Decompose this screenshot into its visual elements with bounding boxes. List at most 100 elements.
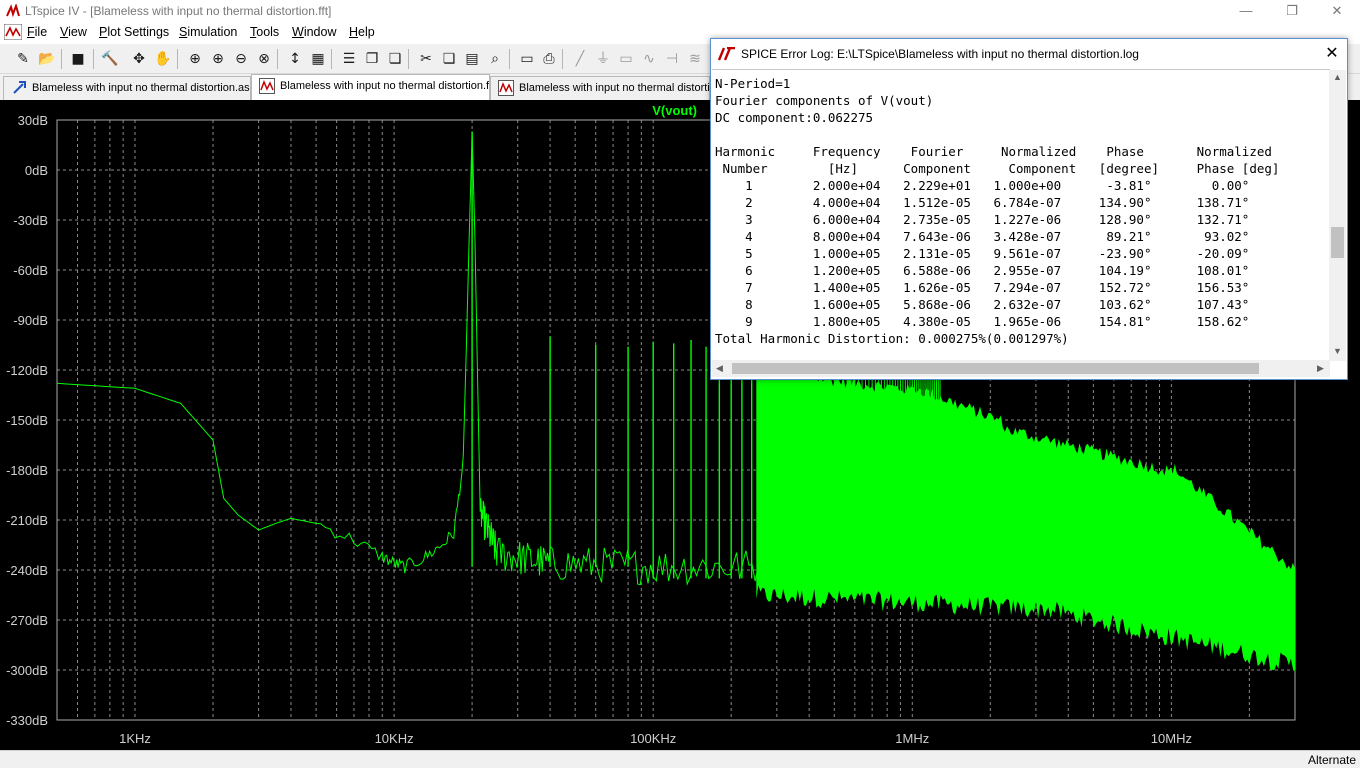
tab-label: Blameless with input no thermal distorti…: [280, 80, 490, 92]
tab-raw[interactable]: Blameless with input no thermal distorti…: [490, 76, 710, 100]
toolbar-separator: [509, 49, 510, 69]
tile-vertical-icon[interactable]: ❏: [384, 47, 406, 69]
waveform-icon: [259, 78, 275, 94]
print-icon[interactable]: ⎙: [538, 47, 560, 69]
wire-icon[interactable]: ╱: [569, 47, 591, 69]
x-tick-label: 1MHz: [895, 731, 929, 746]
menu-simulation[interactable]: Simulation: [179, 25, 237, 39]
log-line: 4 8.000e+04 7.643e-06 3.428e-07 89.21° 9…: [715, 229, 1250, 244]
find-icon[interactable]: ⌕: [484, 47, 506, 69]
save-icon[interactable]: ■: [67, 47, 89, 69]
tile-horizontal-icon[interactable]: ☰: [338, 47, 360, 69]
scrollbar-thumb[interactable]: [732, 363, 1259, 374]
open-icon[interactable]: 📂: [36, 47, 58, 69]
svg-text:❏: ❏: [389, 51, 402, 67]
menu-view[interactable]: View: [60, 25, 87, 39]
capacitor-icon[interactable]: ⊣: [661, 47, 683, 69]
tab-label: Blameless with input no thermal distorti…: [32, 82, 251, 94]
minimize-button[interactable]: —: [1223, 0, 1269, 22]
waveform-window-icon: [4, 24, 22, 40]
close-icon[interactable]: ✕: [1317, 39, 1347, 69]
copy-icon[interactable]: ❏: [438, 47, 460, 69]
grid-icon[interactable]: ▦: [307, 47, 329, 69]
vertical-scrollbar[interactable]: ▲ ▼: [1329, 70, 1346, 361]
svg-text:⌕: ⌕: [491, 51, 499, 67]
resistor-icon[interactable]: ∿: [638, 47, 660, 69]
halt-icon[interactable]: ✋: [152, 47, 174, 69]
scroll-up-icon[interactable]: ▲: [1333, 72, 1342, 82]
log-line: DC component:0.062275: [715, 110, 874, 125]
y-tick-label: -150dB: [6, 413, 48, 428]
svg-text:▦: ▦: [311, 51, 324, 67]
close-button[interactable]: ✕: [1314, 0, 1360, 22]
new-schematic-icon[interactable]: ✎: [12, 47, 34, 69]
zoom-in-icon[interactable]: ⊕: [184, 47, 206, 69]
svg-text:∿: ∿: [643, 51, 655, 67]
status-mode: Alternate: [1307, 753, 1356, 767]
scrollbar-thumb[interactable]: [1331, 227, 1344, 258]
svg-text:■: ■: [71, 51, 84, 67]
cut-icon[interactable]: ✂: [415, 47, 437, 69]
zoom-out-icon[interactable]: ⊖: [230, 47, 252, 69]
log-line: 6 1.200e+05 6.588e-06 2.955e-07 104.19° …: [715, 263, 1250, 278]
svg-text:⎙: ⎙: [543, 51, 554, 67]
log-line: Harmonic Frequency Fourier Normalized Ph…: [715, 144, 1272, 159]
menu-window[interactable]: Window: [292, 25, 336, 39]
control-panel-icon[interactable]: 🔨: [99, 47, 121, 69]
menu-file[interactable]: File: [27, 25, 47, 39]
inductor-icon[interactable]: ≋: [684, 47, 706, 69]
menu-help[interactable]: Help: [349, 25, 375, 39]
svg-text:⊕: ⊕: [189, 51, 201, 67]
error-log-titlebar: SPICE Error Log: E:\LTSpice\Blameless wi…: [711, 39, 1347, 69]
y-tick-label: -270dB: [6, 613, 48, 628]
x-tick-label: 100KHz: [630, 731, 676, 746]
svg-text:🔨: 🔨: [101, 50, 118, 67]
log-line: 1 2.000e+04 2.229e+01 1.000e+00 -3.81° 0…: [715, 178, 1250, 193]
log-line: Fourier components of V(vout): [715, 93, 934, 108]
scroll-right-icon[interactable]: ▶: [1317, 363, 1324, 374]
svg-text:❐: ❐: [366, 51, 379, 67]
svg-text:❏: ❏: [443, 51, 456, 67]
svg-text:⊖: ⊖: [235, 51, 247, 67]
y-tick-label: -330dB: [6, 713, 48, 728]
app-titlebar: LTspice IV - [Blameless with input no th…: [0, 0, 1360, 22]
y-tick-label: 30dB: [18, 113, 48, 128]
error-log-title: SPICE Error Log: E:\LTSpice\Blameless wi…: [741, 47, 1139, 61]
log-line: 7 1.400e+05 1.626e-05 7.294e-07 152.72° …: [715, 280, 1250, 295]
horizontal-scrollbar[interactable]: ◀ ▶: [712, 360, 1330, 377]
autorange-icon[interactable]: ↕: [284, 47, 306, 69]
x-tick-label: 10MHz: [1151, 731, 1192, 746]
toolbar-separator: [408, 49, 409, 69]
scroll-down-icon[interactable]: ▼: [1333, 346, 1342, 356]
error-log-content[interactable]: N-Period=1 Fourier components of V(vout) D…: [712, 69, 1330, 361]
svg-text:▭: ▭: [520, 51, 533, 67]
window-title: LTspice IV - [Blameless with input no th…: [25, 4, 332, 18]
paste-icon[interactable]: ▤: [461, 47, 483, 69]
label-icon[interactable]: ▭: [615, 47, 637, 69]
log-line: Total Harmonic Distortion: 0.000275%(0.0…: [715, 331, 1069, 346]
tab-schematic[interactable]: Blameless with input no thermal distorti…: [3, 76, 251, 100]
scroll-left-icon[interactable]: ◀: [716, 363, 723, 374]
tab-label: Blameless with input no thermal distorti…: [519, 82, 710, 94]
log-line: 5 1.000e+05 2.131e-05 9.561e-07 -23.90° …: [715, 246, 1250, 261]
zoom-area-icon[interactable]: ⊕: [207, 47, 229, 69]
pan-icon[interactable]: ✥: [128, 47, 150, 69]
cascade-icon[interactable]: ❐: [361, 47, 383, 69]
y-tick-label: 0dB: [25, 163, 48, 178]
svg-text:≋: ≋: [689, 51, 701, 67]
spice-error-log-window[interactable]: SPICE Error Log: E:\LTSpice\Blameless wi…: [710, 38, 1348, 380]
svg-text:▤: ▤: [465, 51, 478, 67]
tab-fft[interactable]: Blameless with input no thermal distorti…: [251, 74, 490, 100]
svg-text:╱: ╱: [575, 50, 586, 67]
toolbar-separator: [61, 49, 62, 69]
maximize-button[interactable]: ❐: [1269, 0, 1315, 22]
schematic-icon: [13, 81, 26, 94]
svg-text:⊗: ⊗: [258, 51, 270, 67]
menu-plot-settings[interactable]: Plot Settings: [99, 25, 169, 39]
log-line: 9 1.800e+05 4.380e-05 1.965e-06 154.81° …: [715, 314, 1250, 329]
zoom-fit-icon[interactable]: ⊗: [253, 47, 275, 69]
menu-tools[interactable]: Tools: [250, 25, 279, 39]
print-setup-icon[interactable]: ▭: [516, 47, 538, 69]
ground-icon[interactable]: ⏚: [592, 47, 614, 69]
